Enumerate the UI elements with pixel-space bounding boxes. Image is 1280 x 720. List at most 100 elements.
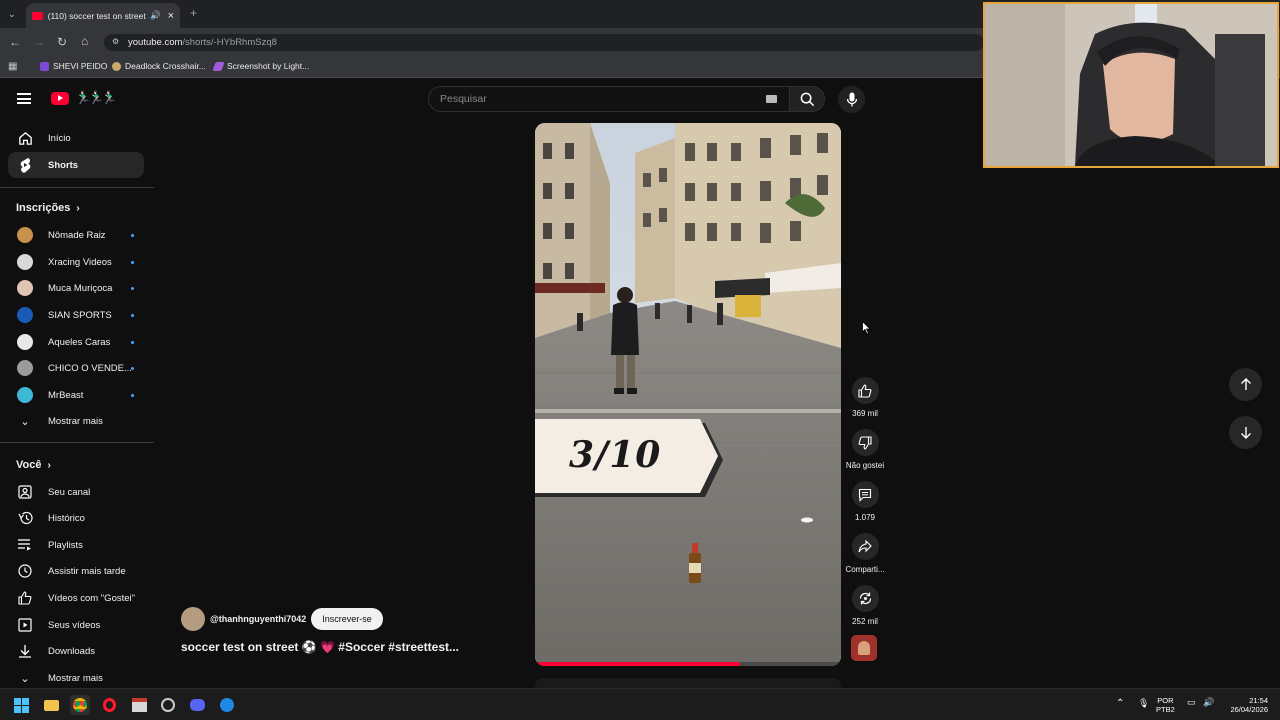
sidebar-item-downloads[interactable]: Downloads xyxy=(8,638,144,664)
shorts-icon xyxy=(16,156,34,174)
you-title: Você xyxy=(16,459,42,471)
url-path: /shorts/-HYbRhmSzq8 xyxy=(182,37,277,48)
sidebar-subscription[interactable]: Xracing Videos xyxy=(8,249,144,275)
chrome-icon[interactable] xyxy=(70,695,90,715)
tray-overflow-icon[interactable]: ⌃ xyxy=(1116,699,1124,709)
sidebar-item-liked-videos[interactable]: Vídeos com "Gostei" xyxy=(8,585,144,611)
sidebar-subscription[interactable]: Aqueles Caras xyxy=(8,329,144,355)
video-frame xyxy=(535,123,841,666)
subscriptions-title: Inscrições xyxy=(16,202,71,214)
tab-search-icon[interactable]: ⌄ xyxy=(8,8,16,20)
clock-icon xyxy=(16,562,34,580)
subscriptions-heading[interactable]: Inscrições › xyxy=(16,202,80,214)
new-content-dot xyxy=(131,340,134,344)
windows-start-icon[interactable] xyxy=(11,695,31,715)
share-button[interactable]: Comparti... xyxy=(845,533,885,574)
short-video-player[interactable]: 3/10 xyxy=(535,123,841,666)
new-tab-icon[interactable]: + xyxy=(190,7,197,19)
reload-icon[interactable]: ↻ xyxy=(57,36,67,48)
steam-icon[interactable] xyxy=(158,695,178,715)
apps-grid-icon[interactable]: ▦ xyxy=(8,61,17,73)
address-bar[interactable]: ⚙ youtube.com/shorts/-HYbRhmSzq8 xyxy=(104,34,984,51)
remix-button[interactable]: 252 mil xyxy=(845,585,885,626)
sidebar-divider xyxy=(0,187,154,188)
windows-taskbar: ⌃ 🎙 POR PTB2 ▭ 🔊 21:54 26/04/2026 xyxy=(0,688,1280,720)
sound-thumbnail[interactable] xyxy=(851,635,877,661)
voice-search-button[interactable] xyxy=(838,86,865,113)
speaker-icon: 🔊 xyxy=(149,10,161,20)
comment-icon xyxy=(858,488,872,502)
sidebar-item-seu-canal[interactable]: Seu canal xyxy=(8,479,144,505)
comments-button[interactable]: 1.079 xyxy=(845,481,885,522)
bookmark-shevi[interactable]: SHEVI PEIDO xyxy=(40,61,107,71)
browser-tab[interactable]: (110) soccer test on street 🔊 × xyxy=(26,3,180,28)
sidebar-item-historico[interactable]: Histórico xyxy=(8,505,144,531)
language-indicator[interactable]: POR PTB2 xyxy=(1156,696,1175,714)
search-input[interactable]: Pesquisar xyxy=(428,86,790,112)
avatar xyxy=(17,307,33,323)
sidebar-item-your-videos[interactable]: Seus vídeos xyxy=(8,612,144,638)
you-heading[interactable]: Você › xyxy=(16,459,51,471)
site-info-icon[interactable]: ⚙ xyxy=(112,37,119,46)
forward-icon[interactable]: → xyxy=(33,36,45,48)
sidebar-item-label: Aqueles Caras xyxy=(48,336,111,348)
sidebar-subscription[interactable]: CHICO O VENDE... xyxy=(8,355,144,381)
display-icon[interactable]: ▭ xyxy=(1187,698,1196,707)
new-content-dot xyxy=(131,313,134,317)
opera-icon[interactable] xyxy=(99,695,119,715)
like-count: 369 mil xyxy=(852,409,878,418)
sidebar-subscription[interactable]: Muca Muriçoca xyxy=(8,275,144,301)
sidebar-subscription[interactable]: MrBeast xyxy=(8,382,144,408)
sidebar-item-shorts[interactable]: Shorts xyxy=(8,152,144,178)
microphone-tray-icon[interactable]: 🎙 xyxy=(1138,699,1149,708)
search-button[interactable] xyxy=(789,86,825,112)
time: 21:54 xyxy=(1249,696,1268,705)
sidebar-subscription[interactable]: Nômade Raiz xyxy=(8,222,144,248)
video-icon xyxy=(16,616,34,634)
discord-icon[interactable] xyxy=(187,695,207,715)
sidebar-item-watch-later[interactable]: Assistir mais tarde xyxy=(8,558,144,584)
short-title[interactable]: soccer test on street ⚽ 💗 #Soccer #stree… xyxy=(181,640,459,654)
sidebar-subscription[interactable]: SIAN SPORTS xyxy=(8,302,144,328)
sidebar-item-label: Downloads xyxy=(48,645,95,657)
keyboard-icon[interactable] xyxy=(766,95,777,103)
channel-name[interactable]: @thanhnguyenthi7042 xyxy=(210,614,306,624)
user-icon xyxy=(16,483,34,501)
dislike-button[interactable]: Não gostei xyxy=(845,429,885,470)
next-short-button[interactable] xyxy=(1229,416,1262,449)
home-icon[interactable]: ⌂ xyxy=(81,35,88,47)
clock[interactable]: 21:54 26/04/2026 xyxy=(1224,696,1268,714)
comment-count: 1.079 xyxy=(854,513,876,522)
keyboard-layout: PTB2 xyxy=(1156,705,1175,714)
avatar xyxy=(17,227,33,243)
sidebar: Início Shorts Inscrições › Nômade Raiz X… xyxy=(0,80,154,688)
bookmark-label: SHEVI PEIDO xyxy=(53,61,108,71)
share-icon xyxy=(858,540,872,553)
date: 26/04/2026 xyxy=(1230,705,1268,714)
like-button[interactable]: 369 mil xyxy=(845,377,885,418)
app-icon[interactable] xyxy=(217,695,237,715)
show-more-subscriptions[interactable]: ⌄ Mostrar mais xyxy=(8,408,144,434)
subscribe-button[interactable]: Inscrever-se xyxy=(311,608,383,630)
sidebar-item-label: CHICO O VENDE... xyxy=(48,362,132,374)
sidebar-item-inicio[interactable]: Início xyxy=(8,125,144,151)
volume-icon[interactable]: 🔊 xyxy=(1203,698,1214,707)
tab-close-icon[interactable]: × xyxy=(168,10,174,22)
sidebar-item-playlists[interactable]: Playlists xyxy=(8,532,144,558)
chevron-down-icon: ⌄ xyxy=(20,415,30,428)
channel-avatar[interactable] xyxy=(181,607,205,631)
sidebar-item-label: Muca Muriçoca xyxy=(48,282,113,294)
back-icon[interactable]: ← xyxy=(9,36,21,48)
avatar xyxy=(17,334,33,350)
previous-short-button[interactable] xyxy=(1229,368,1262,401)
news-app-icon[interactable] xyxy=(129,695,149,715)
file-explorer-icon[interactable] xyxy=(41,695,61,715)
bookmark-screenshot[interactable]: Screenshot by Light... xyxy=(212,61,309,71)
arrow-down-icon xyxy=(1240,427,1251,439)
home-icon xyxy=(16,129,34,147)
bookmark-deadlock[interactable]: Deadlock Crosshair... xyxy=(112,61,206,71)
avatar xyxy=(17,387,33,403)
sidebar-item-label: Mostrar mais xyxy=(48,672,103,684)
chevron-right-icon: › xyxy=(76,202,80,214)
chevron-down-icon: ⌄ xyxy=(20,672,30,685)
